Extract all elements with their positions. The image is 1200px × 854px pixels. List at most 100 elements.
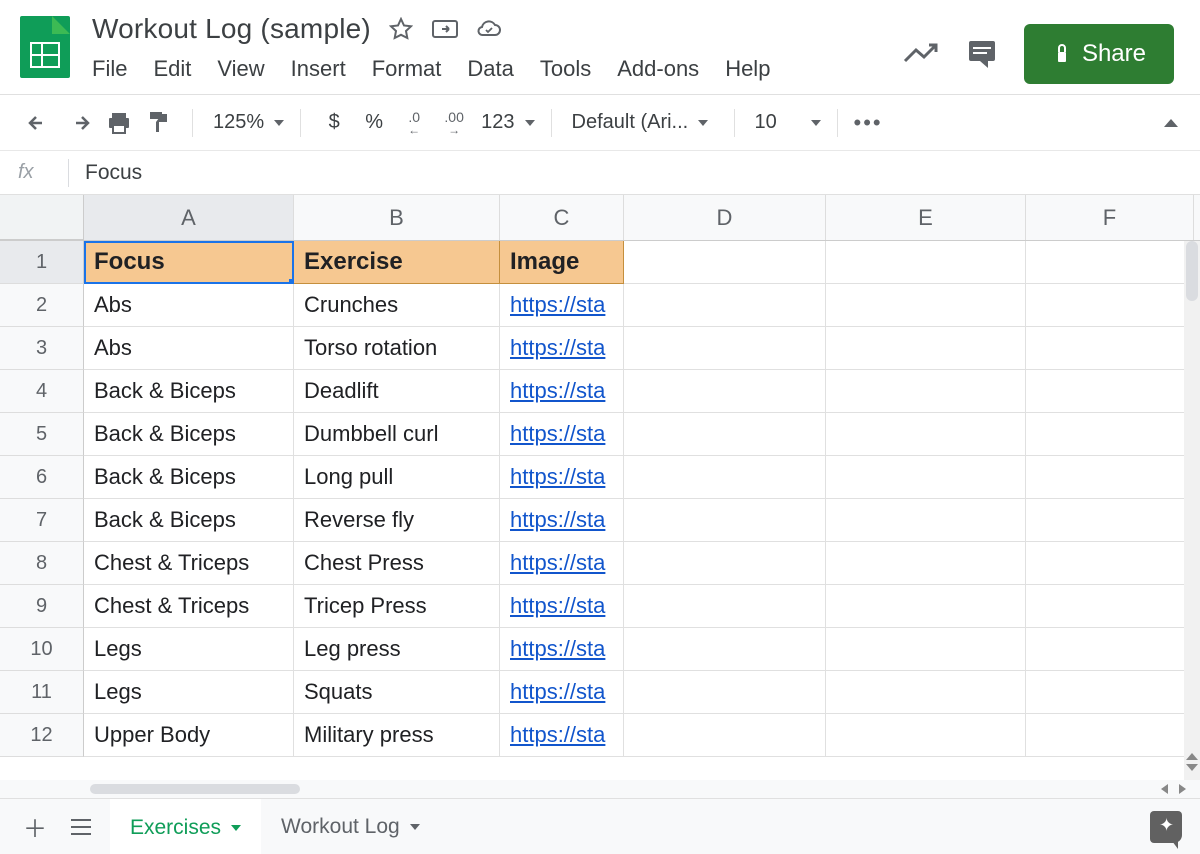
menu-addons[interactable]: Add-ons xyxy=(617,56,699,82)
cell-D7[interactable] xyxy=(624,499,826,542)
row-header[interactable]: 10 xyxy=(0,628,84,671)
activity-icon[interactable] xyxy=(902,41,940,67)
row-header[interactable]: 11 xyxy=(0,671,84,714)
row-header[interactable]: 5 xyxy=(0,413,84,456)
cell-E10[interactable] xyxy=(826,628,1026,671)
cell-E11[interactable] xyxy=(826,671,1026,714)
cell-D9[interactable] xyxy=(624,585,826,628)
row-header[interactable]: 2 xyxy=(0,284,84,327)
cell-C7[interactable]: https://sta xyxy=(500,499,624,542)
cell-D10[interactable] xyxy=(624,628,826,671)
cell-F2[interactable] xyxy=(1026,284,1194,327)
font-size-select[interactable]: 10 xyxy=(751,111,821,134)
horizontal-scrollbar[interactable] xyxy=(0,780,1200,798)
cell-D1[interactable] xyxy=(624,241,826,284)
menu-edit[interactable]: Edit xyxy=(153,56,191,82)
cell-B5[interactable]: Dumbbell curl xyxy=(294,413,500,456)
column-header-d[interactable]: D xyxy=(624,195,826,240)
cell-C10[interactable]: https://sta xyxy=(500,628,624,671)
document-title[interactable]: Workout Log (sample) xyxy=(92,13,371,45)
cell-A6[interactable]: Back & Biceps xyxy=(84,456,294,499)
cell-E1[interactable] xyxy=(826,241,1026,284)
cell-A10[interactable]: Legs xyxy=(84,628,294,671)
menu-file[interactable]: File xyxy=(92,56,127,82)
cell-C9[interactable]: https://sta xyxy=(500,585,624,628)
cell-A11[interactable]: Legs xyxy=(84,671,294,714)
row-header[interactable]: 8 xyxy=(0,542,84,585)
star-icon[interactable] xyxy=(387,15,415,43)
cell-A1[interactable]: Focus xyxy=(84,241,294,284)
row-header[interactable]: 12 xyxy=(0,714,84,757)
cell-D8[interactable] xyxy=(624,542,826,585)
print-icon[interactable] xyxy=(102,106,136,140)
cell-F8[interactable] xyxy=(1026,542,1194,585)
cell-B11[interactable]: Squats xyxy=(294,671,500,714)
row-header[interactable]: 6 xyxy=(0,456,84,499)
column-header-f[interactable]: F xyxy=(1026,195,1194,240)
decrease-decimal-button[interactable]: .0← xyxy=(397,106,431,140)
cell-F3[interactable] xyxy=(1026,327,1194,370)
cell-C12[interactable]: https://sta xyxy=(500,714,624,757)
cell-E2[interactable] xyxy=(826,284,1026,327)
cell-A8[interactable]: Chest & Triceps xyxy=(84,542,294,585)
row-header[interactable]: 9 xyxy=(0,585,84,628)
share-button[interactable]: Share xyxy=(1024,24,1174,84)
redo-icon[interactable] xyxy=(62,106,96,140)
formula-input[interactable]: Focus xyxy=(85,161,142,185)
zoom-select[interactable]: 125% xyxy=(209,111,284,134)
move-to-icon[interactable] xyxy=(431,15,459,43)
cell-F9[interactable] xyxy=(1026,585,1194,628)
comments-icon[interactable] xyxy=(966,38,998,70)
cell-B6[interactable]: Long pull xyxy=(294,456,500,499)
cell-A12[interactable]: Upper Body xyxy=(84,714,294,757)
cell-E3[interactable] xyxy=(826,327,1026,370)
cell-A4[interactable]: Back & Biceps xyxy=(84,370,294,413)
number-format-select[interactable]: 123 xyxy=(477,111,534,134)
menu-insert[interactable]: Insert xyxy=(291,56,346,82)
cloud-status-icon[interactable] xyxy=(475,15,503,43)
cell-B2[interactable]: Crunches xyxy=(294,284,500,327)
collapse-toolbar-icon[interactable] xyxy=(1164,119,1178,127)
all-sheets-button[interactable] xyxy=(64,810,98,844)
cell-C1[interactable]: Image xyxy=(500,241,624,284)
menu-data[interactable]: Data xyxy=(467,56,513,82)
explore-button[interactable]: ✦ xyxy=(1150,811,1182,843)
cell-A7[interactable]: Back & Biceps xyxy=(84,499,294,542)
cell-F5[interactable] xyxy=(1026,413,1194,456)
cell-E8[interactable] xyxy=(826,542,1026,585)
cell-B9[interactable]: Tricep Press xyxy=(294,585,500,628)
undo-icon[interactable] xyxy=(22,106,56,140)
cell-C4[interactable]: https://sta xyxy=(500,370,624,413)
sheet-tab-exercises[interactable]: Exercises xyxy=(110,799,261,854)
column-header-a[interactable]: A xyxy=(84,195,294,240)
cell-A3[interactable]: Abs xyxy=(84,327,294,370)
cell-D12[interactable] xyxy=(624,714,826,757)
cell-C2[interactable]: https://sta xyxy=(500,284,624,327)
cell-A9[interactable]: Chest & Triceps xyxy=(84,585,294,628)
column-header-b[interactable]: B xyxy=(294,195,500,240)
add-sheet-button[interactable]: ＋ xyxy=(18,810,52,844)
cell-D3[interactable] xyxy=(624,327,826,370)
format-percent-button[interactable]: % xyxy=(357,106,391,140)
cell-B4[interactable]: Deadlift xyxy=(294,370,500,413)
cell-B8[interactable]: Chest Press xyxy=(294,542,500,585)
cell-F12[interactable] xyxy=(1026,714,1194,757)
select-all-corner[interactable] xyxy=(0,195,84,240)
cell-E12[interactable] xyxy=(826,714,1026,757)
format-currency-button[interactable]: $ xyxy=(317,106,351,140)
cell-B7[interactable]: Reverse fly xyxy=(294,499,500,542)
sheets-logo-icon[interactable] xyxy=(20,16,70,78)
cell-E6[interactable] xyxy=(826,456,1026,499)
cell-D2[interactable] xyxy=(624,284,826,327)
cell-E7[interactable] xyxy=(826,499,1026,542)
cell-D6[interactable] xyxy=(624,456,826,499)
cell-B3[interactable]: Torso rotation xyxy=(294,327,500,370)
cell-C11[interactable]: https://sta xyxy=(500,671,624,714)
column-header-c[interactable]: C xyxy=(500,195,624,240)
cell-B12[interactable]: Military press xyxy=(294,714,500,757)
paint-format-icon[interactable] xyxy=(142,106,176,140)
menu-view[interactable]: View xyxy=(217,56,264,82)
cell-F6[interactable] xyxy=(1026,456,1194,499)
menu-format[interactable]: Format xyxy=(372,56,442,82)
cell-D4[interactable] xyxy=(624,370,826,413)
